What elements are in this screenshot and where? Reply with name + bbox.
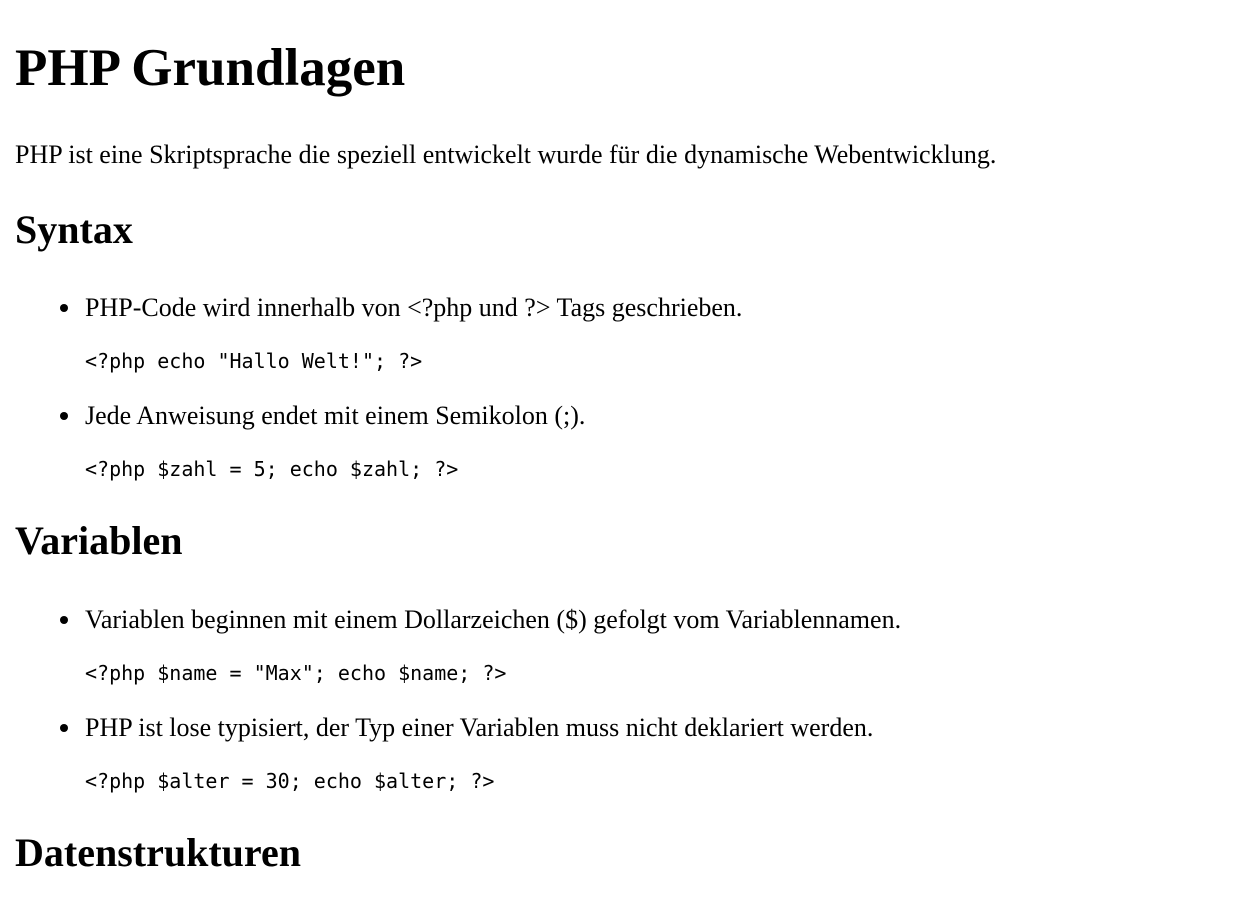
syntax-item-1-text: PHP-Code wird innerhalb von <?php und ?>… (85, 293, 743, 322)
syntax-item-2-code: <?php $zahl = 5; echo $zahl; ?> (85, 457, 459, 481)
syntax-item-2-text: Jede Anweisung endet mit einem Semikolon… (85, 401, 586, 430)
section-heading-datenstrukturen: Datenstrukturen (15, 830, 301, 875)
section-heading-syntax: Syntax (15, 207, 133, 252)
bullet-icon (60, 304, 68, 312)
bullet-icon (60, 616, 68, 624)
variablen-item-1-text: Variablen beginnen mit einem Dollarzeich… (85, 605, 902, 634)
variablen-item-2-code: <?php $alter = 30; echo $alter; ?> (85, 769, 495, 793)
bullet-icon (60, 724, 68, 732)
variablen-item-1-code: <?php $name = "Max"; echo $name; ?> (85, 661, 507, 685)
intro-paragraph: PHP ist eine Skriptsprache die speziell … (15, 140, 997, 169)
syntax-item-1-code: <?php echo "Hallo Welt!"; ?> (85, 349, 423, 373)
section-heading-variablen: Variablen (15, 518, 183, 563)
bullet-icon (60, 412, 68, 420)
page-title: PHP Grundlagen (15, 39, 406, 97)
variablen-item-2-text: PHP ist lose typisiert, der Typ einer Va… (85, 713, 874, 742)
